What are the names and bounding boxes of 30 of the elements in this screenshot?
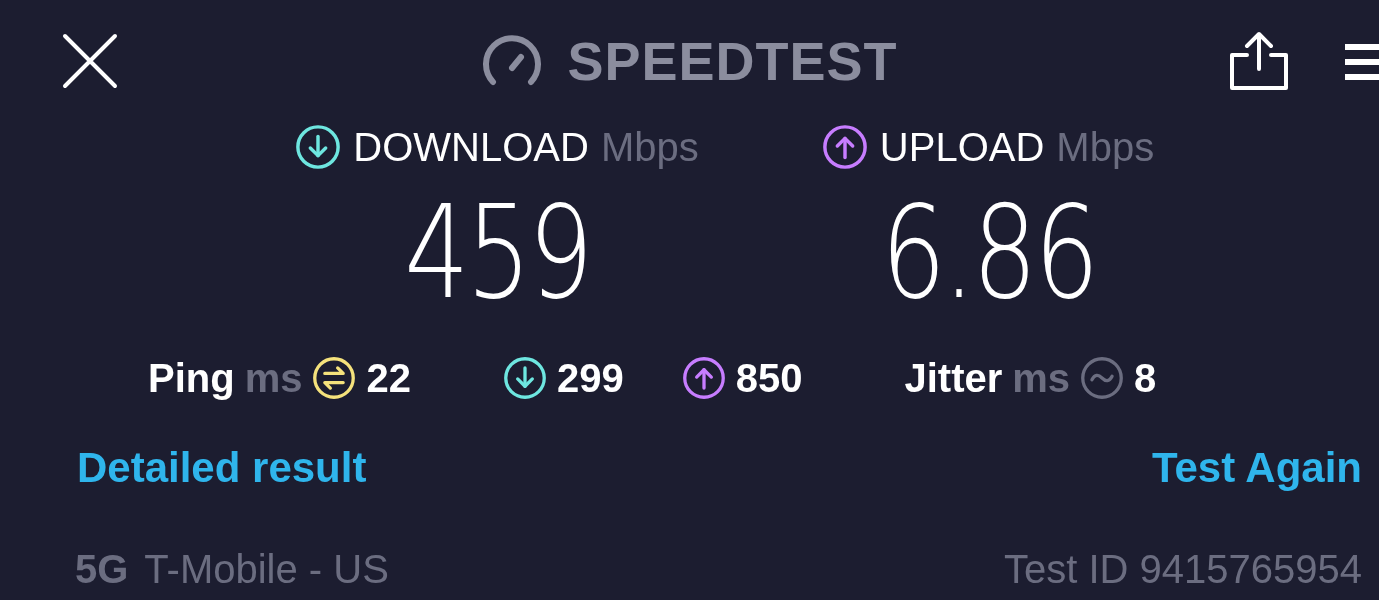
down-arrow-circle-icon [503,356,547,400]
result-value: 459 [404,178,590,328]
result-value: 6.86 [880,178,1096,328]
close-icon[interactable] [62,33,118,89]
share-icon[interactable] [1229,31,1289,91]
up-arrow-circle-icon [821,124,868,170]
unit-label: ms [1012,355,1071,402]
stat-label: Jitter [904,355,1003,402]
unit-label: Mbps [1056,124,1155,171]
app-title: SPEEDTEST [567,29,898,93]
speedometer-icon [481,35,544,87]
test-id: Test ID 9415765954 [1003,546,1362,593]
down-arrow-circle-icon [295,124,342,170]
swap-arrows-circle-icon [312,356,357,400]
carrier-name: T-Mobile - US [144,546,389,593]
network-type: 5G [75,546,129,593]
result-label: UPLOAD [879,124,1045,171]
wave-circle-icon [1080,356,1125,400]
stat-label: Ping [148,355,235,402]
stat-value: 22 [366,355,411,402]
link[interactable]: Test Again [1151,436,1362,499]
stat-value: 299 [557,355,624,402]
stat-value: 850 [735,355,803,402]
unit-label: ms [244,355,303,402]
up-arrow-circle-icon [681,356,726,400]
result-label: DOWNLOAD [353,124,589,171]
stat-value: 8 [1134,355,1157,402]
unit-label: Mbps [600,124,699,171]
link[interactable]: Detailed result [77,436,367,499]
menu-icon[interactable] [1345,44,1379,80]
